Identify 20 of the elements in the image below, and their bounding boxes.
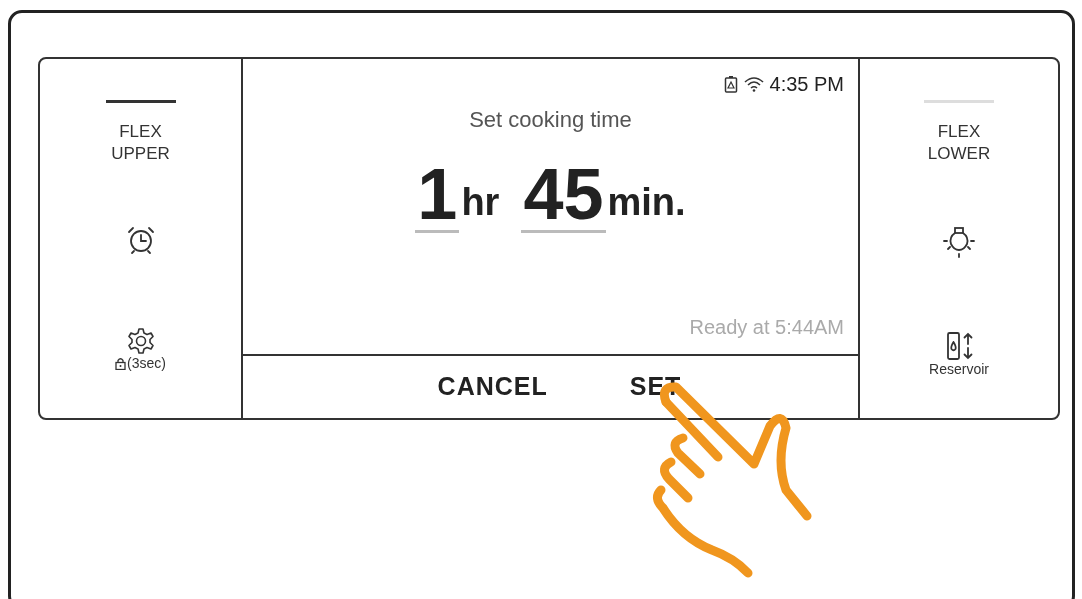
ready-time-text: Ready at 5:44AM — [689, 315, 844, 340]
alarm-clock-icon — [125, 225, 156, 255]
light-button[interactable] — [942, 225, 976, 259]
hours-unit: hr — [461, 180, 500, 225]
status-time: 4:35 PM — [769, 72, 844, 97]
zone-button[interactable]: FLEX LOWER — [927, 121, 991, 165]
light-bulb-icon — [942, 225, 976, 259]
hours-field[interactable]: 1 — [415, 158, 460, 233]
settings-button[interactable]: (3sec) — [115, 327, 166, 371]
minutes-unit: min. — [607, 180, 686, 225]
reservoir-button[interactable]: Reservoir — [929, 331, 989, 377]
wifi-icon — [743, 76, 764, 92]
minutes-field[interactable]: 45 — [521, 158, 606, 233]
screen-title: Set cooking time — [468, 106, 633, 134]
lock-icon — [115, 356, 127, 370]
zone-button[interactable]: FLEX UPPER — [111, 121, 170, 165]
settings-icon — [126, 327, 155, 355]
cancel-button[interactable]: CANCEL — [437, 368, 548, 406]
battery-icon — [723, 75, 738, 93]
timer-button[interactable] — [125, 225, 156, 255]
